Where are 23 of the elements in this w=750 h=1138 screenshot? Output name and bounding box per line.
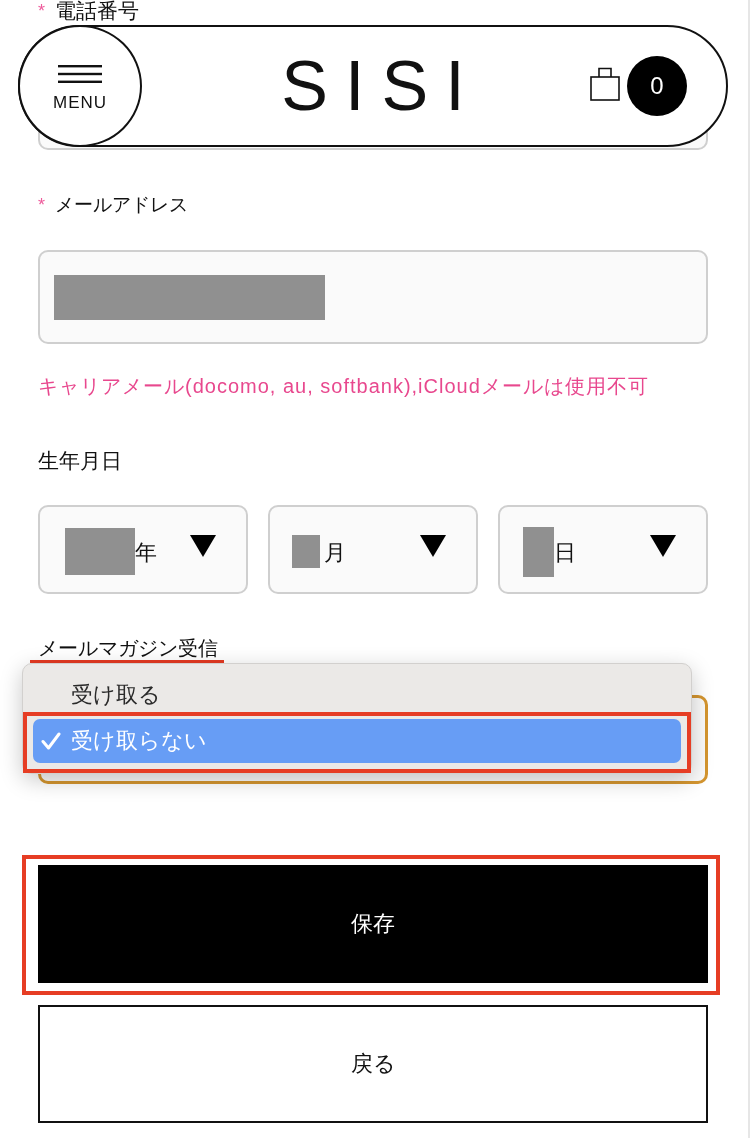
menu-icon (58, 64, 102, 83)
back-button[interactable]: 戻る (38, 1005, 708, 1123)
menu-button[interactable]: MENU (18, 25, 142, 147)
check-icon (41, 732, 61, 750)
field-label: 生年月日 (38, 449, 122, 473)
caret-icon (190, 534, 216, 557)
site-logo[interactable]: SISI (264, 46, 482, 126)
note-text: キャリアメール(docomo, au, softbank),iCloudメールは使用不可 (38, 374, 650, 398)
required-mark: * (38, 194, 45, 217)
field-label: メールマガジン受信 (38, 636, 218, 660)
required-mark: * (38, 0, 45, 22)
date-select[interactable]: 年 (38, 505, 248, 594)
field-label: 電話番号 (55, 0, 139, 22)
caret-icon (420, 534, 446, 557)
date-select[interactable]: 月 (268, 505, 478, 594)
date-select[interactable]: 日 (498, 505, 708, 594)
save-button[interactable]: 保存 (38, 865, 708, 983)
shopping-bag-icon[interactable] (590, 67, 620, 101)
field-label: メールアドレス (55, 193, 188, 217)
email-input-field[interactable] (38, 250, 708, 344)
caret-icon (650, 534, 676, 557)
cart-count-badge: 0 (627, 56, 687, 116)
dropdown-option[interactable]: 受け取る (33, 674, 681, 712)
